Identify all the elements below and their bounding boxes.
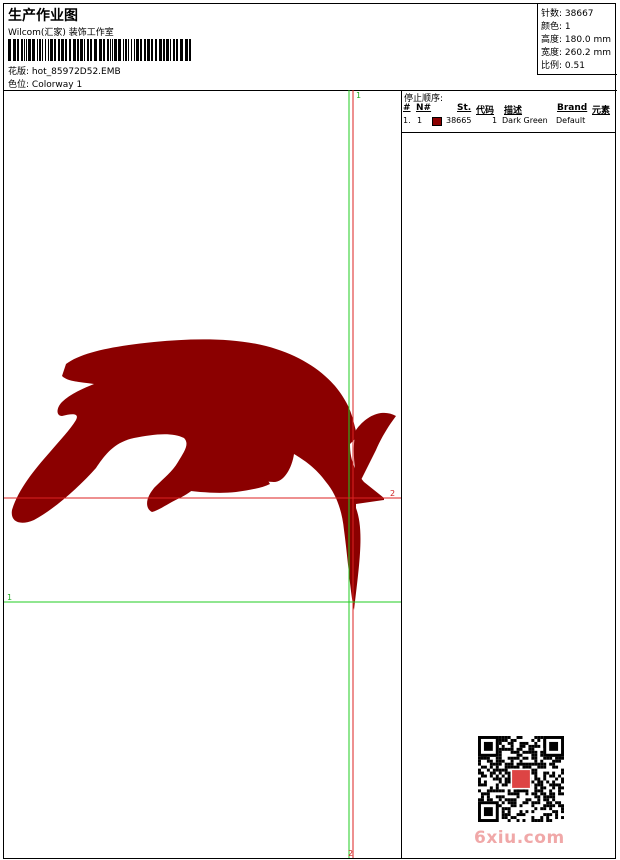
col-header-stitches: St.	[457, 103, 472, 113]
col-header-element: 元素	[592, 106, 611, 116]
page-title: 生产作业图	[8, 8, 78, 24]
stat-colors: 颜色: 1	[541, 22, 571, 32]
stat-scale: 比例: 0.51	[541, 61, 585, 71]
colorway-line: 色位: Colorway 1	[8, 77, 82, 90]
design-file-name: hot_85972D52.EMB	[31, 67, 121, 77]
qr-code-icon	[478, 736, 564, 822]
col-header-brand: Brand	[557, 103, 588, 113]
design-file-label: 花版:	[8, 67, 30, 77]
design-preview-area: 1 1 2 2	[4, 90, 402, 858]
green-vertical-guide-label: 1	[356, 91, 361, 100]
stat-height: 高度: 180.0 mm	[541, 35, 612, 45]
row-code: 1	[492, 116, 498, 125]
stat-width: 宽度: 260.2 mm	[541, 48, 612, 58]
design-stats-box: 针数: 38667 颜色: 1 高度: 180.0 mm 宽度: 260.2 m…	[537, 4, 617, 75]
col-header-description: 描述	[504, 106, 523, 116]
production-worksheet: 生产作业图 Wilcom(汇家) 装饰工作室 花版: hot_85972D52.…	[3, 3, 617, 859]
colorway-name: Colorway 1	[31, 80, 83, 90]
design-file-line: 花版: hot_85972D52.EMB	[8, 64, 121, 77]
site-watermark: 6xiu.com	[474, 828, 565, 848]
worksheet-header: 生产作业图 Wilcom(汇家) 装饰工作室 花版: hot_85972D52.…	[4, 4, 617, 91]
stop-sequence-panel: 停止顺序: # N# St. 代码 描述 Brand 元素 1. 1 38665…	[402, 90, 616, 133]
design-canvas: 1 1 2 2	[4, 90, 401, 858]
green-horizontal-guide-label: 1	[7, 593, 12, 602]
studio-subtitle: Wilcom(汇家) 装饰工作室	[8, 28, 114, 38]
row-stitches: 38665	[446, 116, 472, 125]
row-brand: Default	[556, 116, 586, 125]
row-needle: 1	[417, 116, 423, 125]
barcode-icon	[8, 39, 191, 61]
stat-stitches: 针数: 38667	[541, 9, 594, 19]
thread-color-swatch	[432, 117, 442, 126]
col-header-needle: N#	[416, 103, 432, 113]
colorway-label: 色位:	[8, 80, 30, 90]
row-description: Dark Green	[502, 116, 548, 125]
red-vertical-guide-label: 2	[348, 849, 353, 858]
red-horizontal-guide-label: 2	[390, 489, 395, 498]
row-index: 1.	[403, 116, 411, 125]
col-header-code: 代码	[476, 106, 495, 116]
col-header-index: #	[403, 103, 411, 113]
bird-embroidery-shape	[11, 339, 396, 610]
